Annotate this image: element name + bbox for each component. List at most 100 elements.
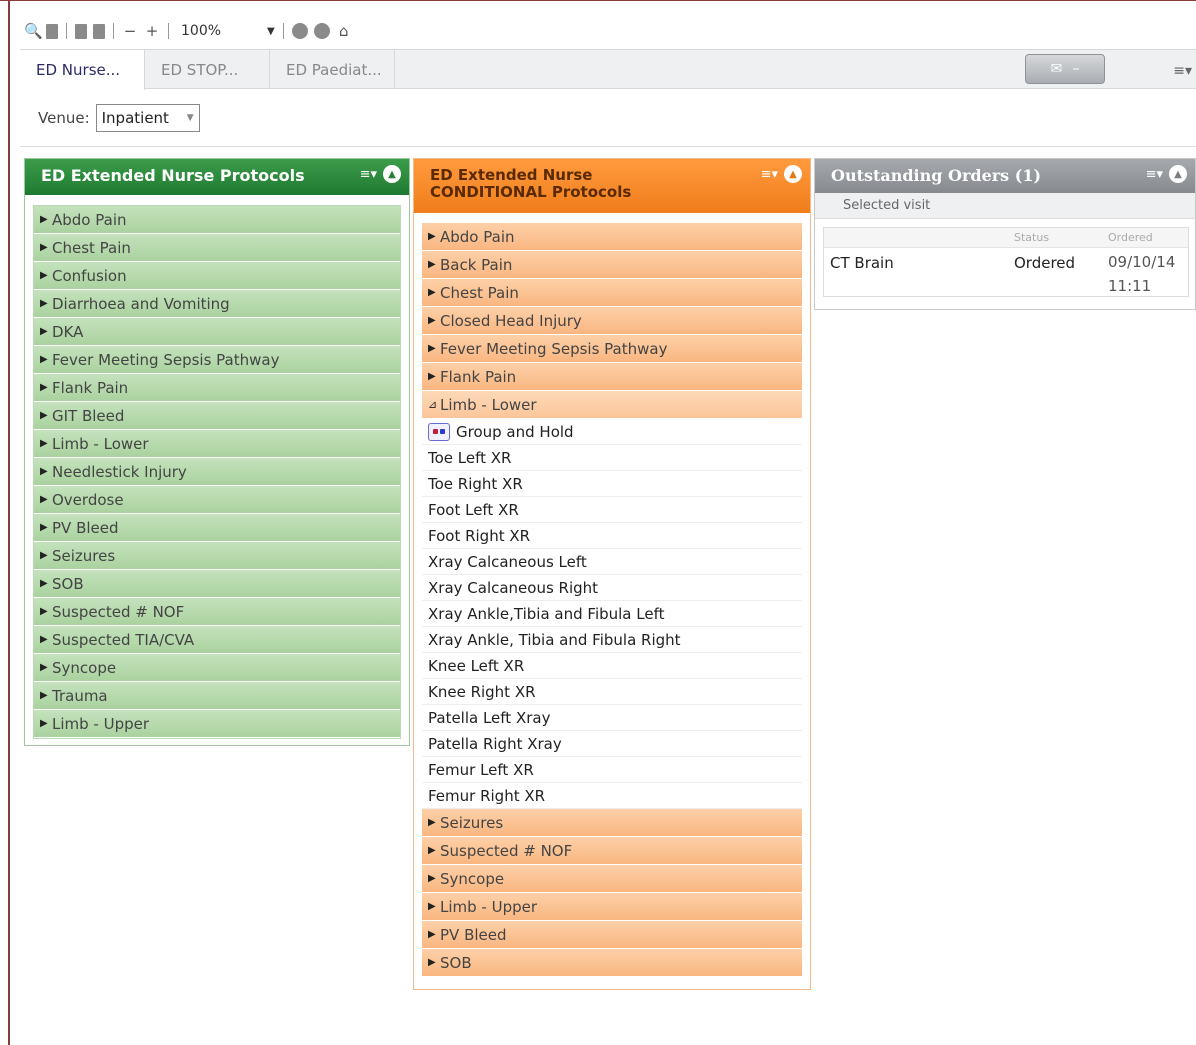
tab-ed-paediat[interactable]: ED Paediat... xyxy=(270,50,395,89)
list-item[interactable]: ▶ Needlestick Injury xyxy=(34,458,400,486)
expand-arrow-icon: ▶ xyxy=(40,214,48,225)
back-icon[interactable] xyxy=(291,23,308,39)
list-item-label: Overdose xyxy=(52,490,124,509)
list-item[interactable]: ▶ Confusion xyxy=(34,262,400,290)
order-item[interactable]: Patella Right Xray xyxy=(422,731,802,757)
menu-icon[interactable]: ≡▾ xyxy=(360,167,377,182)
list-item[interactable]: ▶ Chest Pain xyxy=(422,279,802,307)
list-item-label: Needlestick Injury xyxy=(52,462,187,481)
expand-arrow-icon: ▶ xyxy=(40,578,48,589)
list-item[interactable]: ▶ SOB xyxy=(422,949,802,977)
zoom-in-icon[interactable]: + xyxy=(144,23,160,39)
list-item[interactable]: ▶ PV Bleed xyxy=(34,514,400,542)
order-item[interactable]: Xray Ankle, Tibia and Fibula Right xyxy=(422,627,802,653)
home-icon[interactable]: ⌂ xyxy=(336,23,352,39)
expand-arrow-icon: ▶ xyxy=(40,634,48,645)
document-icon[interactable] xyxy=(46,23,58,39)
list-item[interactable]: ▶ Fever Meeting Sepsis Pathway xyxy=(422,335,802,363)
tab-ed-stop[interactable]: ED STOP... xyxy=(145,50,270,89)
expand-arrow-icon: ▶ xyxy=(428,929,436,940)
list-item[interactable]: ▶ Flank Pain xyxy=(34,374,400,402)
group-hold-icon xyxy=(428,422,450,441)
list-item[interactable]: ▶ Limb - Upper xyxy=(34,710,400,738)
list-item[interactable]: ▶ Trauma xyxy=(34,682,400,710)
tab-ed-nurse[interactable]: ED Nurse... xyxy=(20,50,145,90)
collapse-icon[interactable]: ▲ xyxy=(1169,165,1187,183)
list-item[interactable]: ▶ Chest Pain xyxy=(34,234,400,262)
list-item-label: Xray Calcaneous Left xyxy=(428,552,587,571)
order-item[interactable]: Knee Right XR xyxy=(422,679,802,705)
tab-view-control[interactable]: ✉ – xyxy=(1025,54,1105,84)
list-item[interactable]: ▶ Seizures xyxy=(34,542,400,570)
list-item-label: Fever Meeting Sepsis Pathway xyxy=(440,339,668,358)
tab-menu-button[interactable]: ≡▾ xyxy=(1140,54,1196,88)
list-item[interactable]: ▶ Syncope xyxy=(422,865,802,893)
list-item[interactable]: ▶ Diarrhoea and Vomiting xyxy=(34,290,400,318)
order-item[interactable]: Xray Calcaneous Right xyxy=(422,575,802,601)
order-item[interactable]: Foot Left XR xyxy=(422,497,802,523)
list-item[interactable]: ▶ Back Pain xyxy=(422,251,802,279)
list-item[interactable]: ▶ Suspected TIA/CVA xyxy=(34,626,400,654)
list-item[interactable]: ▶ Overdose xyxy=(34,486,400,514)
panel-nurse-protocols: ED Extended Nurse Protocols ≡▾ ▲ ▶ Abdo P… xyxy=(24,158,410,746)
forward-icon[interactable] xyxy=(313,23,330,39)
order-item[interactable]: Foot Right XR xyxy=(422,523,802,549)
expand-arrow-icon: ▶ xyxy=(428,901,436,912)
zoom-dropdown-icon[interactable]: ▼ xyxy=(267,26,275,37)
toolbar-separator xyxy=(113,23,114,39)
order-item[interactable]: Toe Left XR xyxy=(422,445,802,471)
list-item-label: Flank Pain xyxy=(52,378,129,397)
panel-outstanding-orders: Outstanding Orders (1) ≡▾ ▲ Selected vis… xyxy=(814,158,1196,310)
list-item-label: SOB xyxy=(440,953,472,972)
list-item-expanded[interactable]: ⊿ Limb - Lower xyxy=(422,391,802,419)
venue-filter: Venue: Inpatient ▼ xyxy=(38,104,200,132)
collapse-icon[interactable]: ▲ xyxy=(383,165,401,183)
list-item[interactable]: ▶ Limb - Upper xyxy=(422,893,802,921)
expand-arrow-icon: ▶ xyxy=(40,690,48,701)
list-item-label: Xray Ankle,Tibia and Fibula Left xyxy=(428,604,665,623)
list-item[interactable]: ▶ Suspected # NOF xyxy=(34,598,400,626)
list-item[interactable]: ▶ Fever Meeting Sepsis Pathway xyxy=(34,346,400,374)
list-item[interactable]: ▶ DKA xyxy=(34,318,400,346)
print-icon[interactable] xyxy=(75,23,87,39)
list-item[interactable]: ▶ PV Bleed xyxy=(422,921,802,949)
list-item[interactable]: ▶ Seizures xyxy=(422,809,802,837)
expand-arrow-icon: ▶ xyxy=(40,382,48,393)
table-row[interactable]: CT Brain Ordered 09/10/14 11:11 xyxy=(824,248,1188,296)
zoom-out-icon[interactable]: − xyxy=(122,23,138,39)
binoculars-icon[interactable]: 🔍 xyxy=(24,23,43,39)
list-item[interactable]: ▶ Flank Pain xyxy=(422,363,802,391)
order-item[interactable]: Femur Left XR xyxy=(422,757,802,783)
list-item[interactable]: ▶ SOB xyxy=(34,570,400,598)
list-item[interactable]: ▶ GIT Bleed xyxy=(34,402,400,430)
order-item[interactable]: Patella Left Xray xyxy=(422,705,802,731)
window-border-left xyxy=(8,0,10,1045)
zoom-level[interactable]: 100% xyxy=(181,23,261,39)
list-item-label: GIT Bleed xyxy=(52,406,125,425)
order-item[interactable]: Xray Calcaneous Left xyxy=(422,549,802,575)
list-item-label: Seizures xyxy=(440,813,504,832)
export-icon[interactable] xyxy=(93,23,105,39)
panel-header: ED Extended Nurse CONDITIONAL Protocols … xyxy=(414,159,810,213)
list-item-label: Knee Left XR xyxy=(428,656,525,675)
order-item[interactable]: Femur Right XR xyxy=(422,783,802,809)
list-item[interactable]: ▶ Syncope xyxy=(34,654,400,682)
order-item[interactable]: Toe Right XR xyxy=(422,471,802,497)
panel-title: ED Extended Nurse CONDITIONAL Protocols xyxy=(430,165,631,201)
order-item[interactable]: Group and Hold xyxy=(422,419,802,445)
menu-icon[interactable]: ≡▾ xyxy=(761,166,778,183)
list-item[interactable]: ▶ Limb - Lower xyxy=(34,430,400,458)
list-item[interactable]: ▶ Abdo Pain xyxy=(34,206,400,234)
list-item-label: Abdo Pain xyxy=(440,227,515,246)
expand-arrow-icon: ▶ xyxy=(40,242,48,253)
order-item[interactable]: Knee Left XR xyxy=(422,653,802,679)
list-item[interactable]: ▶ Abdo Pain xyxy=(422,223,802,251)
list-item[interactable]: ▶ Suspected # NOF xyxy=(422,837,802,865)
list-item-label: Xray Ankle, Tibia and Fibula Right xyxy=(428,630,681,649)
collapse-icon[interactable]: ▲ xyxy=(784,165,802,183)
expand-arrow-icon: ▶ xyxy=(40,550,48,561)
menu-icon[interactable]: ≡▾ xyxy=(1146,167,1163,182)
venue-select[interactable]: Inpatient ▼ xyxy=(95,104,200,132)
order-item[interactable]: Xray Ankle,Tibia and Fibula Left xyxy=(422,601,802,627)
list-item[interactable]: ▶ Closed Head Injury xyxy=(422,307,802,335)
